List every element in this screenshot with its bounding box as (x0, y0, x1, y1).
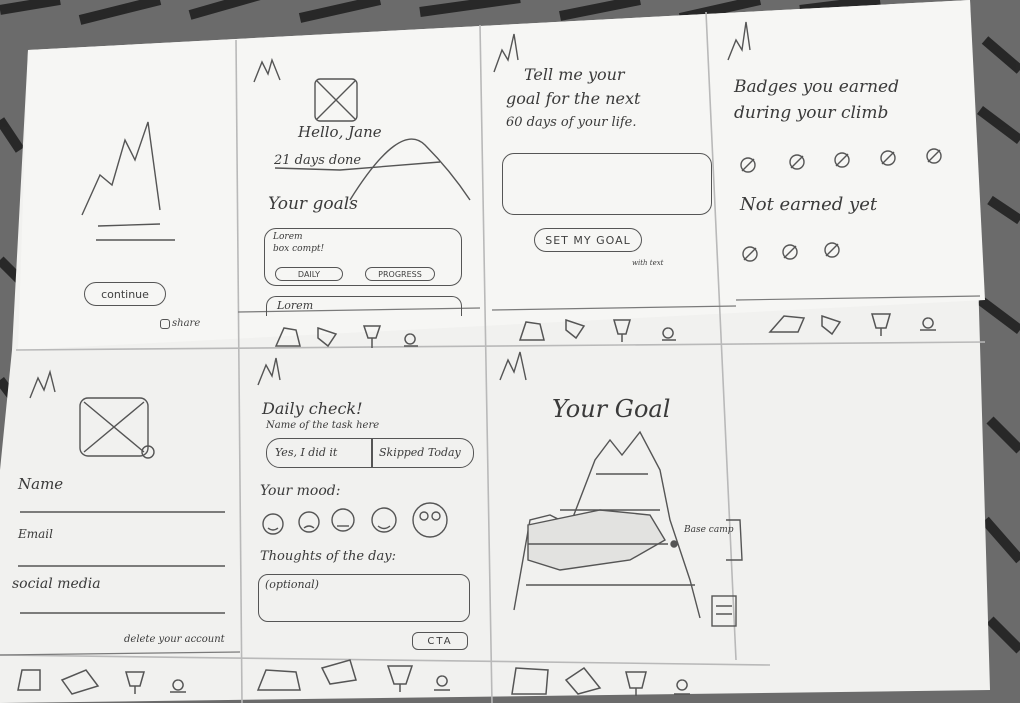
goal-card-title: Lorem (273, 232, 303, 242)
cta-button[interactable]: CTA (412, 632, 468, 650)
thoughts-input[interactable]: (optional) (258, 574, 470, 622)
goal-card-subtitle: box compt! (273, 244, 325, 254)
name-label: Name (18, 475, 64, 493)
goal-card[interactable]: Lorem box compt! DAILY PROGRESS (264, 228, 462, 286)
badges-heading-line2: during your climb (734, 103, 889, 123)
greeting-text: Hello, Jane (298, 123, 382, 141)
goal-prompt-line3: 60 days of your life. (506, 115, 637, 130)
optional-placeholder: (optional) (265, 578, 319, 591)
goal-prompt-line2: goal for the next (506, 89, 641, 108)
days-done-text: 21 days done (274, 153, 362, 168)
share-label: share (172, 318, 201, 329)
share-icon (160, 318, 170, 329)
set-goal-note: with text (632, 259, 664, 267)
email-label: Email (18, 527, 53, 541)
goal-card-2[interactable]: Lorem (266, 296, 462, 316)
social-media-label: social media (12, 576, 101, 592)
check-toggle: Yes, I did it Skipped Today (266, 438, 474, 468)
mood-label: Your mood: (260, 483, 341, 499)
badges-heading-line1: Badges you earned (734, 77, 899, 97)
your-goal-title: Your Goal (552, 395, 671, 423)
goal-mountain-chart (510, 430, 710, 620)
task-name-text: Name of the task here (266, 420, 380, 431)
yes-did-it-button[interactable]: Yes, I did it (275, 446, 337, 459)
goal-prompt-line1: Tell me your (524, 65, 625, 84)
continue-button[interactable]: continue (84, 282, 166, 306)
not-earned-heading: Not earned yet (740, 194, 878, 215)
goal-card-2-title: Lorem (277, 299, 314, 312)
set-goal-button[interactable]: SET MY GOAL (534, 228, 642, 252)
progress-button[interactable]: PROGRESS (365, 267, 435, 281)
goals-heading: Your goals (268, 194, 358, 214)
skipped-today-button[interactable]: Skipped Today (379, 446, 461, 459)
share-button[interactable]: share (160, 318, 200, 329)
daily-check-title: Daily check! (262, 399, 363, 418)
delete-account-link[interactable]: delete your account (124, 634, 225, 645)
daily-button[interactable]: DAILY (275, 267, 343, 281)
thoughts-label: Thoughts of the day: (260, 549, 396, 564)
toggle-divider (371, 439, 373, 467)
goal-text-input[interactable] (502, 153, 712, 215)
mood-options[interactable] (262, 502, 454, 540)
